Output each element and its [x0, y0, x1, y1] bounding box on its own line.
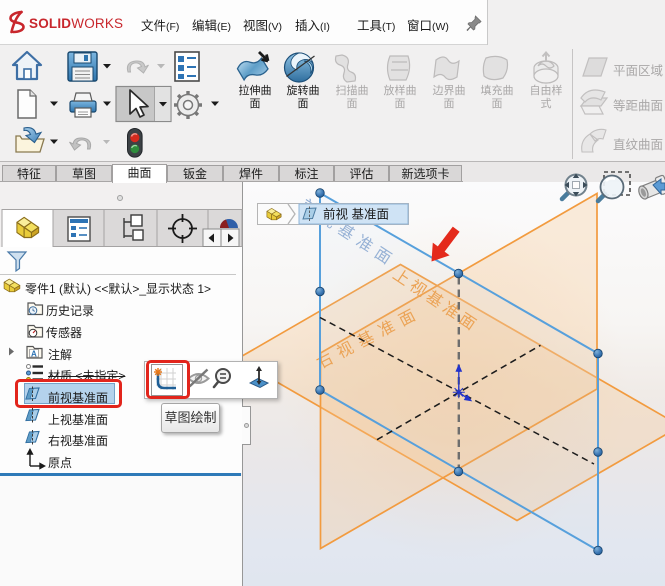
svg-text:前视 基准面: 前视 基准面 — [323, 207, 389, 222]
svg-text:SOLIDWORKS: SOLIDWORKS — [29, 16, 123, 31]
svg-text:A: A — [31, 350, 37, 359]
